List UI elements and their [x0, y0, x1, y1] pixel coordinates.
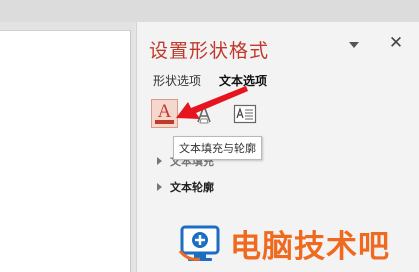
watermark-text: 电脑技术吧	[230, 228, 390, 265]
pane-title: 设置形状格式	[149, 40, 270, 62]
section-label: 文本轮廓	[170, 181, 214, 194]
textbox-button[interactable]	[231, 99, 258, 128]
expand-arrow-icon	[157, 183, 162, 191]
tab-text-options[interactable]: 文本选项	[219, 72, 267, 89]
fill-color-bar	[155, 120, 174, 124]
title-bar	[0, 0, 419, 22]
textbox-icon	[233, 104, 256, 123]
text-effects-button[interactable]	[190, 99, 217, 128]
text-fill-outline-button[interactable]: A	[151, 99, 178, 128]
computer-logo-icon	[178, 225, 220, 261]
text-effects-icon	[196, 105, 211, 123]
tab-shape-options[interactable]: 形状选项	[153, 72, 201, 89]
tooltip: 文本填充与轮廓	[173, 136, 262, 160]
slide-canvas[interactable]	[0, 30, 131, 272]
expand-arrow-icon	[157, 157, 162, 165]
watermark: 电脑技术吧	[178, 220, 418, 266]
pane-options-dropdown-icon[interactable]	[347, 38, 361, 52]
section-text-outline[interactable]: 文本轮廓	[157, 179, 214, 195]
close-icon[interactable]: ✕	[387, 34, 405, 52]
